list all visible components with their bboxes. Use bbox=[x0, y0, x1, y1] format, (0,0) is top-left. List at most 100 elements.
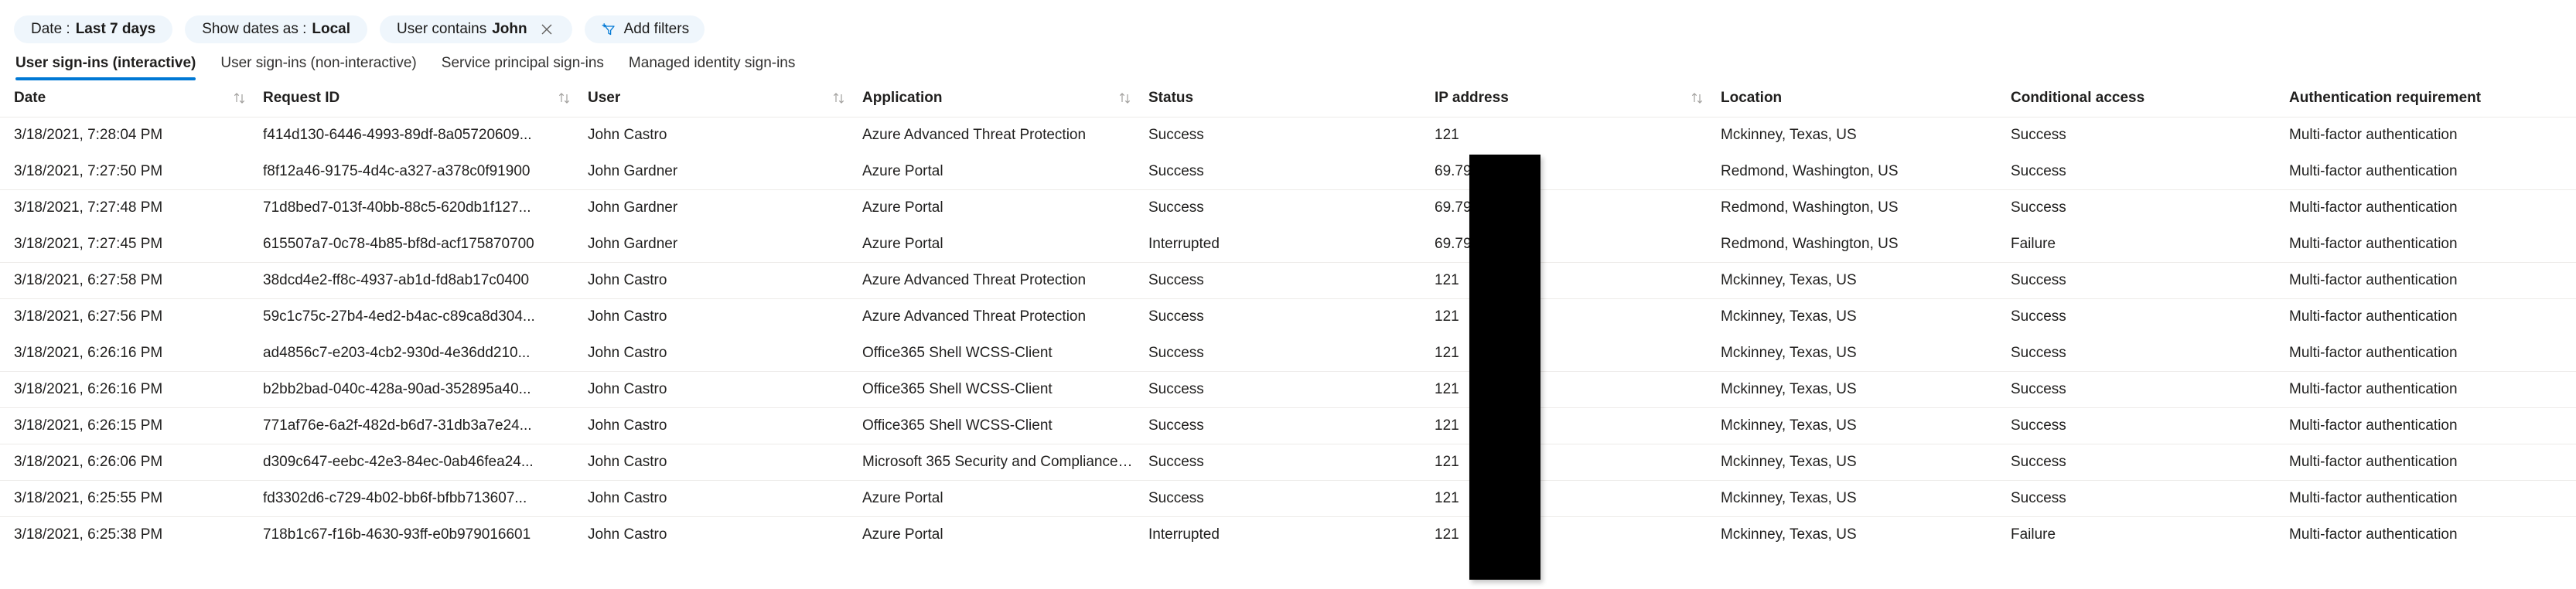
close-icon[interactable] bbox=[538, 21, 555, 38]
table-row[interactable]: 3/18/2021, 7:28:04 PM f414d130-6446-4993-… bbox=[0, 117, 2576, 154]
tab-service-principal-signins[interactable]: Service principal sign-ins bbox=[429, 55, 616, 80]
sign-in-logs-table: Date Request ID User Application Status … bbox=[0, 80, 2576, 553]
cell-ip: 121 bbox=[1427, 298, 1713, 335]
cell-user[interactable]: John Castro bbox=[580, 444, 855, 481]
cell-user[interactable]: John Castro bbox=[580, 516, 855, 553]
cell-loc: Redmond, Washington, US bbox=[1721, 162, 1899, 179]
tab-user-signins-non-interactive[interactable]: User sign-ins (non-interactive) bbox=[208, 55, 428, 80]
cell-ip: 121 bbox=[1427, 480, 1713, 517]
table-row[interactable]: 3/18/2021, 6:26:16 PM ad4856c7-e203-4cb2-… bbox=[0, 335, 2576, 372]
cell-ca: Failure bbox=[2003, 516, 2281, 553]
cell-req[interactable]: 59c1c75c-27b4-4ed2-b4ac-c89ca8d304... bbox=[255, 298, 580, 335]
cell-ca: Failure bbox=[2011, 235, 2056, 252]
column-header-status[interactable]: Status bbox=[1141, 80, 1427, 117]
table-row[interactable]: 3/18/2021, 6:27:58 PM 38dcd4e2-ff8c-4937-… bbox=[0, 262, 2576, 299]
table-row[interactable]: 3/18/2021, 7:27:45 PM 615507a7-0c78-4b85-… bbox=[0, 226, 2576, 263]
table-row[interactable]: 3/18/2021, 6:27:56 PM 59c1c75c-27b4-4ed2-… bbox=[0, 298, 2576, 335]
cell-loc: Mckinney, Texas, US bbox=[1721, 127, 1857, 144]
cell-req[interactable]: d309c647-eebc-42e3-84ec-0ab46fea24... bbox=[255, 444, 580, 481]
cell-auth: Multi-factor authentication bbox=[2289, 162, 2458, 179]
column-header-label: Status bbox=[1148, 90, 1194, 106]
pill-user-filter[interactable]: User contains John bbox=[380, 15, 572, 43]
cell-date: 3/18/2021, 7:27:45 PM bbox=[14, 235, 163, 252]
pill-date-value: Last 7 days bbox=[75, 20, 156, 37]
cell-date: 3/18/2021, 6:27:58 PM bbox=[0, 262, 255, 299]
cell-status: Success bbox=[1141, 262, 1427, 299]
table-row[interactable]: 3/18/2021, 6:26:15 PM 771af76e-6a2f-482d-… bbox=[0, 407, 2576, 444]
column-header-request-id[interactable]: Request ID bbox=[255, 80, 580, 117]
cell-auth: Multi-factor authentication bbox=[2281, 189, 2576, 226]
sort-arrows-icon[interactable] bbox=[1117, 91, 1133, 105]
cell-date: 3/18/2021, 6:25:55 PM bbox=[0, 480, 255, 517]
column-header-label: Conditional access bbox=[2011, 90, 2145, 106]
column-header-date[interactable]: Date bbox=[0, 80, 255, 117]
cell-user[interactable]: John Gardner bbox=[580, 189, 855, 226]
cell-req[interactable]: b2bb2bad-040c-428a-90ad-352895a40... bbox=[255, 371, 580, 408]
cell-ca: Success bbox=[2003, 262, 2281, 299]
cell-ip: 69.79 bbox=[1435, 162, 1472, 179]
table-row[interactable]: 3/18/2021, 6:26:16 PM b2bb2bad-040c-428a-… bbox=[0, 371, 2576, 408]
cell-status: Interrupted bbox=[1148, 235, 1220, 252]
column-header-label: Request ID bbox=[263, 90, 340, 106]
column-header-user[interactable]: User bbox=[580, 80, 855, 117]
cell-user[interactable]: John Gardner bbox=[580, 154, 855, 190]
cell-user[interactable]: John Castro bbox=[580, 407, 855, 444]
cell-ip: 69.79 bbox=[1427, 189, 1713, 226]
cell-auth: Multi-factor authentication bbox=[2281, 262, 2576, 299]
table-row[interactable]: 3/18/2021, 7:27:50 PM f8f12a46-9175-4d4c-… bbox=[0, 154, 2576, 190]
cell-req[interactable]: fd3302d6-c729-4b02-bb6f-bfbb713607... bbox=[255, 480, 580, 517]
cell-req[interactable]: f8f12a46-9175-4d4c-a327-a378c0f91900 bbox=[255, 154, 580, 190]
cell-user[interactable]: John Castro bbox=[580, 117, 855, 154]
cell-user[interactable]: John Castro bbox=[580, 480, 855, 517]
cell-user[interactable]: John Castro bbox=[580, 371, 855, 408]
cell-user[interactable]: John Gardner bbox=[580, 226, 855, 263]
tab-user-signins-interactive[interactable]: User sign-ins (interactive) bbox=[15, 55, 208, 80]
cell-app: Azure Portal bbox=[855, 189, 1141, 226]
cell-req[interactable]: 38dcd4e2-ff8c-4937-ab1d-fd8ab17c0400 bbox=[255, 262, 580, 299]
cell-req[interactable]: f414d130-6446-4993-89df-8a05720609... bbox=[255, 117, 580, 154]
cell-user[interactable]: John Castro bbox=[580, 298, 855, 335]
cell-date: 3/18/2021, 7:28:04 PM bbox=[14, 127, 163, 144]
cell-date: 3/18/2021, 6:26:16 PM bbox=[14, 344, 163, 361]
cell-req[interactable]: 615507a7-0c78-4b85-bf8d-acf175870700 bbox=[255, 226, 580, 263]
table-row[interactable]: 3/18/2021, 6:26:06 PM d309c647-eebc-42e3-… bbox=[0, 444, 2576, 481]
cell-ip: 121 bbox=[1435, 127, 1459, 144]
cell-app: Office365 Shell WCSS-Client bbox=[855, 371, 1141, 408]
cell-req[interactable]: ad4856c7-e203-4cb2-930d-4e36dd210... bbox=[255, 335, 580, 372]
column-header-location[interactable]: Location bbox=[1713, 80, 2003, 117]
cell-date: 3/18/2021, 6:26:06 PM bbox=[0, 444, 255, 481]
pill-show-dates-value: Local bbox=[312, 20, 351, 37]
tab-managed-identity-signins[interactable]: Managed identity sign-ins bbox=[616, 55, 807, 80]
cell-ip: 69.79 bbox=[1435, 235, 1472, 252]
sort-arrows-icon[interactable] bbox=[831, 91, 847, 105]
sort-arrows-icon[interactable] bbox=[232, 91, 247, 105]
pill-show-dates-filter[interactable]: Show dates as : Local bbox=[185, 15, 368, 43]
cell-date: 3/18/2021, 6:26:15 PM bbox=[0, 407, 255, 444]
tab-label: User sign-ins (interactive) bbox=[15, 55, 196, 71]
pill-date-filter[interactable]: Date : Last 7 days bbox=[14, 15, 173, 43]
column-header-application[interactable]: Application bbox=[855, 80, 1141, 117]
column-header-label: IP address bbox=[1435, 90, 1509, 106]
cell-loc: Mckinney, Texas, US bbox=[1721, 344, 1857, 361]
column-header-label: User bbox=[588, 90, 621, 106]
table-row[interactable]: 3/18/2021, 6:25:55 PM fd3302d6-c729-4b02-… bbox=[0, 480, 2576, 517]
column-header-authentication-requirement[interactable]: Authentication requirement bbox=[2281, 80, 2576, 117]
cell-user[interactable]: John Castro bbox=[580, 335, 855, 372]
cell-app: Azure Advanced Threat Protection bbox=[862, 127, 1087, 144]
cell-date: 3/18/2021, 6:25:38 PM bbox=[0, 516, 255, 553]
table-row[interactable]: 3/18/2021, 6:25:38 PM 718b1c67-f16b-4630-… bbox=[0, 516, 2576, 553]
sort-arrows-icon[interactable] bbox=[1690, 91, 1705, 105]
cell-user[interactable]: John Castro bbox=[580, 262, 855, 299]
table-body: 3/18/2021, 7:28:04 PM f414d130-6446-4993-… bbox=[0, 117, 2576, 553]
cell-req[interactable]: 71d8bed7-013f-40bb-88c5-620db1f127... bbox=[255, 189, 580, 226]
cell-date: 3/18/2021, 6:26:16 PM bbox=[0, 371, 255, 408]
column-header-label: Authentication requirement bbox=[2289, 90, 2482, 106]
column-header-ip-address[interactable]: IP address bbox=[1427, 80, 1713, 117]
cell-req[interactable]: 771af76e-6a2f-482d-b6d7-31db3a7e24... bbox=[255, 407, 580, 444]
cell-app: Azure Portal bbox=[862, 235, 943, 252]
add-filters-button[interactable]: Add filters bbox=[584, 15, 705, 43]
cell-req[interactable]: 718b1c67-f16b-4630-93ff-e0b979016601 bbox=[255, 516, 580, 553]
sort-arrows-icon[interactable] bbox=[557, 91, 572, 105]
table-row[interactable]: 3/18/2021, 7:27:48 PM 71d8bed7-013f-40bb-… bbox=[0, 189, 2576, 226]
column-header-conditional-access[interactable]: Conditional access bbox=[2003, 80, 2281, 117]
